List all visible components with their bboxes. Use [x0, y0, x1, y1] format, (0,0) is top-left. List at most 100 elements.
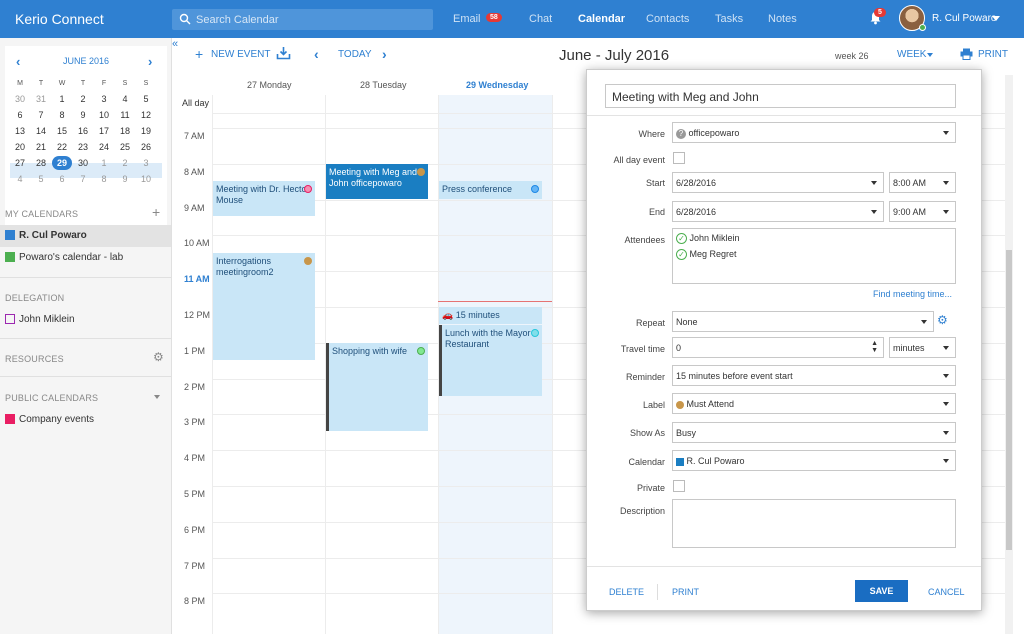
nav-calendar[interactable]: Calendar — [578, 13, 625, 25]
day-cell[interactable]: 14 — [31, 124, 51, 138]
day-cell[interactable]: 4 — [10, 172, 30, 186]
checkbox-checked-icon[interactable] — [5, 230, 15, 240]
day-cell[interactable]: 2 — [115, 156, 135, 170]
event-title-field[interactable]: Meeting with Meg and John — [605, 84, 956, 108]
chevron-right-icon[interactable]: › — [148, 54, 152, 69]
add-icon[interactable]: + — [152, 204, 160, 220]
checkbox-checked-icon[interactable] — [5, 252, 15, 262]
start-date-field[interactable]: 6/28/2016 — [672, 172, 884, 193]
day-cell[interactable]: 4 — [115, 92, 135, 106]
day-cell[interactable]: 30 — [73, 156, 93, 170]
day-cell[interactable]: 9 — [73, 108, 93, 122]
day-cell[interactable]: 8 — [52, 108, 72, 122]
day-cell[interactable]: 6 — [10, 108, 30, 122]
delegate-item-john-miklein[interactable]: John Miklein — [0, 309, 171, 331]
day-cell[interactable]: 13 — [10, 124, 30, 138]
day-cell[interactable]: 7 — [73, 172, 93, 186]
all-day-checkbox[interactable] — [673, 152, 685, 164]
private-checkbox[interactable] — [673, 480, 685, 492]
print-button[interactable]: PRINT — [978, 49, 1008, 60]
calendar-item-powaro-lab[interactable]: Powaro's calendar - lab — [0, 247, 171, 269]
view-selector[interactable]: WEEK — [897, 49, 926, 60]
day-cell[interactable]: 17 — [94, 124, 114, 138]
where-select[interactable]: ? officepowaro — [672, 122, 956, 143]
today-button[interactable]: TODAY — [338, 49, 372, 60]
event-lunch-with-mayor[interactable]: Lunch with the Mayor Restaurant — [439, 325, 542, 396]
gear-icon[interactable]: ⚙ — [937, 313, 948, 327]
save-button[interactable]: SAVE — [855, 580, 908, 602]
day-cell[interactable]: 16 — [73, 124, 93, 138]
start-time-field[interactable]: 8:00 AM — [889, 172, 956, 193]
nav-email[interactable]: Email — [453, 13, 481, 25]
day-cell[interactable]: 30 — [10, 92, 30, 106]
event-press-conference[interactable]: Press conference — [439, 181, 542, 199]
day-cell[interactable]: 24 — [94, 140, 114, 154]
cancel-button[interactable]: CANCEL — [928, 587, 965, 597]
day-cell[interactable]: 22 — [52, 140, 72, 154]
day-cell[interactable]: 8 — [94, 172, 114, 186]
travel-unit-select[interactable]: minutes — [889, 337, 956, 358]
delete-button[interactable]: DELETE — [609, 587, 644, 597]
day-cell[interactable]: 15 — [52, 124, 72, 138]
day-cell[interactable]: 1 — [52, 92, 72, 106]
import-icon[interactable] — [276, 46, 291, 60]
day-cell[interactable]: 26 — [136, 140, 156, 154]
description-field[interactable] — [672, 499, 956, 548]
end-date-field[interactable]: 6/28/2016 — [672, 201, 884, 222]
reminder-select[interactable]: 15 minutes before event start — [672, 365, 956, 386]
day-cell[interactable]: 5 — [136, 92, 156, 106]
find-meeting-time-link[interactable]: Find meeting time... — [873, 289, 952, 299]
calendar-item-r-cul-powaro[interactable]: R. Cul Powaro — [0, 225, 171, 247]
event-travel-time[interactable]: 🚗 15 minutes — [439, 307, 542, 324]
day-cell[interactable]: 9 — [115, 172, 135, 186]
nav-contacts[interactable]: Contacts — [646, 13, 689, 25]
attendee-row[interactable]: ✓ Meg Regret — [676, 247, 952, 263]
day-cell[interactable]: 2 — [73, 92, 93, 106]
repeat-select[interactable]: None — [672, 311, 934, 332]
chevron-down-icon[interactable] — [992, 16, 1000, 21]
day-cell[interactable]: 3 — [94, 92, 114, 106]
nav-tasks[interactable]: Tasks — [715, 13, 743, 25]
nav-chat[interactable]: Chat — [529, 13, 552, 25]
chevron-right-icon[interactable]: › — [382, 46, 387, 62]
chevron-down-icon[interactable] — [154, 395, 160, 399]
day-cell[interactable]: 12 — [136, 108, 156, 122]
day-cell[interactable]: 25 — [115, 140, 135, 154]
day-cell[interactable]: 10 — [136, 172, 156, 186]
day-cell[interactable]: 7 — [31, 108, 51, 122]
user-name[interactable]: R. Cul Powaro — [932, 13, 996, 24]
collapse-sidebar-icon[interactable]: « — [172, 38, 178, 50]
end-time-field[interactable]: 9:00 AM — [889, 201, 956, 222]
attendee-row[interactable]: ✓ John Miklein — [676, 231, 952, 247]
label-select[interactable]: Must Attend — [672, 393, 956, 414]
checkbox-unchecked-icon[interactable] — [5, 314, 15, 324]
print-button[interactable]: PRINT — [672, 587, 699, 597]
plus-icon[interactable]: + — [195, 46, 203, 62]
event-interrogations[interactable]: Interrogations meetingroom2 — [213, 253, 315, 360]
day-cell[interactable]: 5 — [31, 172, 51, 186]
search-input[interactable] — [196, 11, 426, 28]
stepper-icon[interactable]: ▲ ▼ — [871, 340, 878, 354]
day-cell[interactable]: 1 — [94, 156, 114, 170]
day-cell[interactable]: 11 — [115, 108, 135, 122]
scrollbar-thumb[interactable] — [1006, 250, 1012, 550]
gear-icon[interactable]: ⚙ — [153, 350, 164, 364]
show-as-select[interactable]: Busy — [672, 422, 956, 443]
day-cell[interactable]: 6 — [52, 172, 72, 186]
day-cell[interactable]: 28 — [31, 156, 51, 170]
nav-notes[interactable]: Notes — [768, 13, 797, 25]
event-meeting-dr-hector[interactable]: Meeting with Dr. Hector Mouse — [213, 181, 315, 216]
event-meeting-meg-john[interactable]: Meeting with Meg and John officepowaro — [326, 164, 428, 199]
day-cell[interactable]: 23 — [73, 140, 93, 154]
travel-time-field[interactable]: 0 ▲ ▼ — [672, 337, 884, 358]
search-box[interactable] — [172, 9, 433, 30]
day-cell[interactable]: 20 — [10, 140, 30, 154]
day-cell[interactable]: 18 — [115, 124, 135, 138]
calendar-select[interactable]: R. Cul Powaro — [672, 450, 956, 471]
chevron-left-icon[interactable]: ‹ — [314, 46, 319, 62]
day-cell[interactable]: 21 — [31, 140, 51, 154]
chevron-down-icon[interactable] — [927, 53, 933, 57]
day-cell[interactable]: 19 — [136, 124, 156, 138]
attendees-field[interactable]: ✓ John Miklein ✓ Meg Regret — [672, 228, 956, 284]
checkbox-checked-icon[interactable] — [5, 414, 15, 424]
